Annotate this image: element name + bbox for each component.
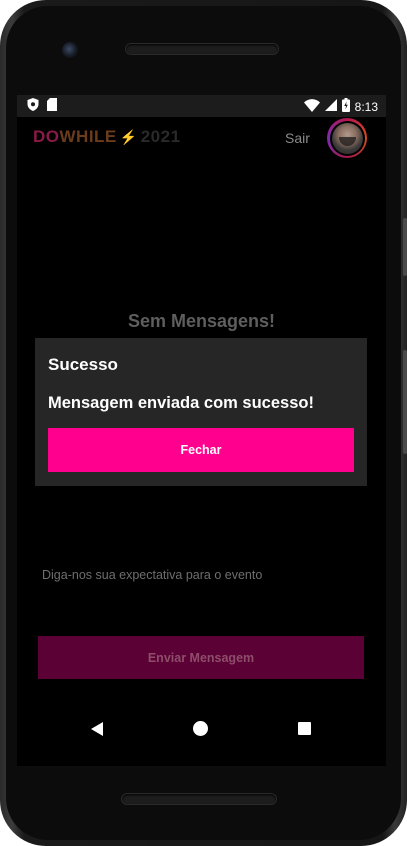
wifi-icon: [303, 98, 320, 115]
send-message-button[interactable]: Enviar Mensagem: [38, 636, 364, 679]
signal-icon: [324, 99, 337, 114]
message-input[interactable]: Diga-nos sua expectativa para o evento: [42, 568, 262, 582]
shield-icon: [27, 98, 39, 114]
front-camera: [62, 42, 78, 58]
recents-icon[interactable]: [298, 722, 311, 735]
clock: 8:13: [354, 99, 378, 114]
back-icon[interactable]: [91, 722, 103, 736]
top-speaker: [126, 44, 278, 54]
bottom-speaker: [122, 794, 276, 804]
home-icon[interactable]: [193, 721, 208, 736]
empty-messages-text: Sem Mensagens!: [127, 311, 276, 331]
volume-button: [403, 218, 407, 276]
avatar[interactable]: [327, 118, 367, 158]
power-button: [403, 350, 407, 454]
app-header: DOWHILE ⚡ 2021 Sair: [17, 117, 386, 163]
dialog-message: Mensagem enviada com sucesso!: [48, 394, 314, 412]
bolt-icon: ⚡: [119, 129, 138, 145]
phone-frame: 8:13 DOWHILE ⚡ 2021 Sair Sem Mensagens! Su…: [0, 0, 407, 846]
close-button[interactable]: Fechar: [48, 428, 354, 472]
user-photo: [331, 122, 363, 154]
success-dialog: Sucesso Mensagem enviada com sucesso! Fe…: [35, 338, 367, 486]
app-screen: 8:13 DOWHILE ⚡ 2021 Sair Sem Mensagens! Su…: [17, 95, 386, 766]
dialog-title: Sucesso: [48, 355, 118, 374]
sd-card-icon: [47, 98, 57, 114]
logout-button[interactable]: Sair: [285, 130, 310, 146]
status-bar: 8:13: [17, 95, 386, 117]
navigation-bar: [17, 707, 386, 751]
dowhile-logo: DOWHILE ⚡ 2021: [33, 127, 181, 146]
battery-charging-icon: [341, 98, 350, 115]
